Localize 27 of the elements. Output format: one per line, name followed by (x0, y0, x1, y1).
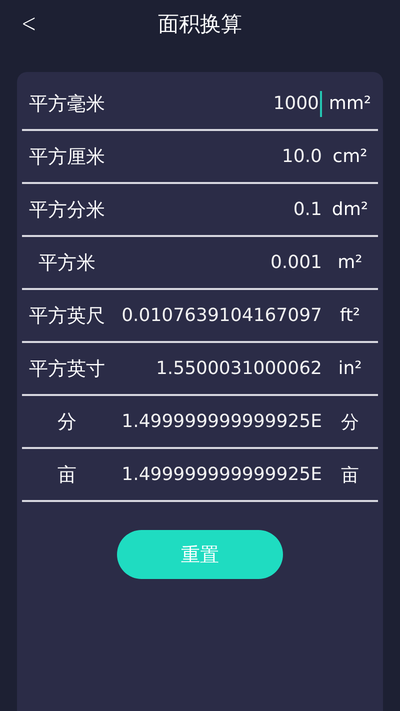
unit-name: 亩 (56, 462, 78, 488)
back-button[interactable]: < (18, 8, 40, 40)
unit-symbol: in² (337, 358, 363, 379)
page-title: 面积换算 (158, 11, 242, 38)
unit-name: 平方厘米 (28, 144, 106, 170)
value-field[interactable]: 0.0107639104167097 (112, 305, 322, 326)
value-field[interactable]: 0.001 (112, 252, 322, 273)
value-field[interactable]: 1000 (112, 90, 322, 116)
value-field[interactable]: 0.1 (112, 199, 322, 220)
value-field[interactable]: 10.0 (112, 146, 322, 167)
unit-name: 平方米 (38, 250, 96, 276)
unit-symbol: 亩 (340, 464, 360, 486)
unit-name: 平方英寸 (28, 356, 106, 382)
unit-name: 平方分米 (28, 198, 106, 222)
unit-symbol: dm² (330, 199, 370, 220)
unit-name: 平方毫米 (28, 92, 106, 116)
unit-symbol: cm² (332, 146, 368, 167)
text-cursor (320, 90, 322, 116)
value-field[interactable]: 1.499999999999925E (112, 411, 322, 432)
unit-symbol: ft² (338, 305, 362, 326)
unit-name: 平方英尺 (28, 304, 106, 328)
unit-symbol: 分 (340, 410, 360, 434)
value-field[interactable]: 1.499999999999925E (112, 464, 322, 485)
unit-name: 分 (56, 410, 78, 434)
unit-symbol: m² (336, 252, 364, 273)
unit-symbol: mm² (328, 93, 372, 114)
value-field[interactable]: 1.5500031000062 (112, 358, 322, 379)
